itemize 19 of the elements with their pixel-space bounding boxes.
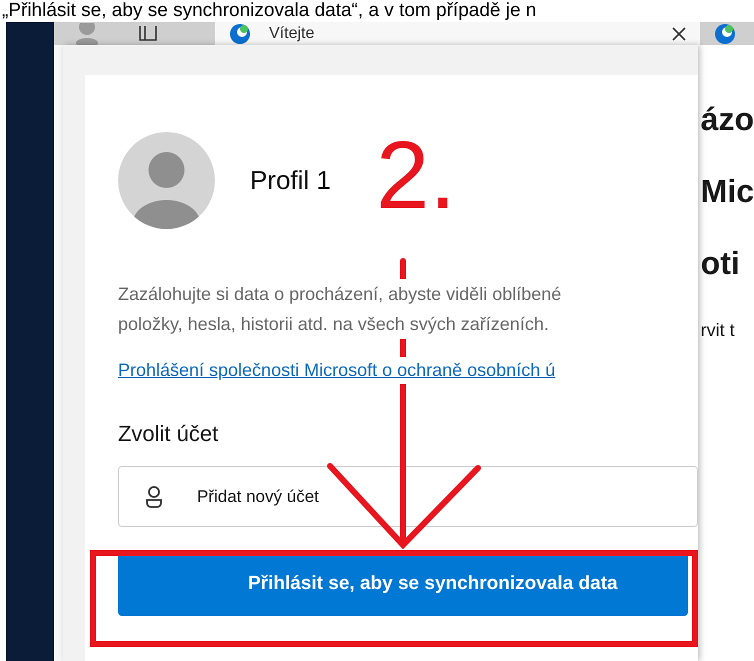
browser-tab[interactable]: Vítejte: [215, 22, 700, 45]
browser-logo-icon: [714, 22, 736, 44]
description-text: Zazálohujte si data o procházení, abyste viděli oblíbené položky, hesla, historii atd. na všech svých zařízeních.: [118, 279, 562, 339]
tab-title: Vítejte: [269, 24, 316, 44]
page-heading-text: rvit t: [700, 321, 736, 339]
avatar-icon: [118, 132, 215, 229]
sidebar-icon[interactable]: [138, 26, 158, 42]
person-icon: [144, 486, 163, 508]
close-icon[interactable]: [672, 26, 686, 40]
step-number: 2.: [376, 128, 456, 224]
privacy-link[interactable]: Prohlášení společnosti Microsoft o ochraně osobních ú: [118, 357, 556, 384]
profile-name: Profil 1: [250, 164, 331, 197]
add-account-button[interactable]: Přidat nový účet: [118, 466, 698, 527]
caption-text: „Přihlásit se, aby se synchronizovala data“, a v tom případě je n: [1, 0, 538, 22]
page-heading-text: Mic: [700, 175, 754, 207]
page-heading-text: ázo: [700, 103, 754, 135]
browser-logo-icon: [229, 22, 251, 44]
page-heading-text: oti: [700, 247, 741, 279]
section-heading: Zvolit účet: [118, 420, 220, 448]
